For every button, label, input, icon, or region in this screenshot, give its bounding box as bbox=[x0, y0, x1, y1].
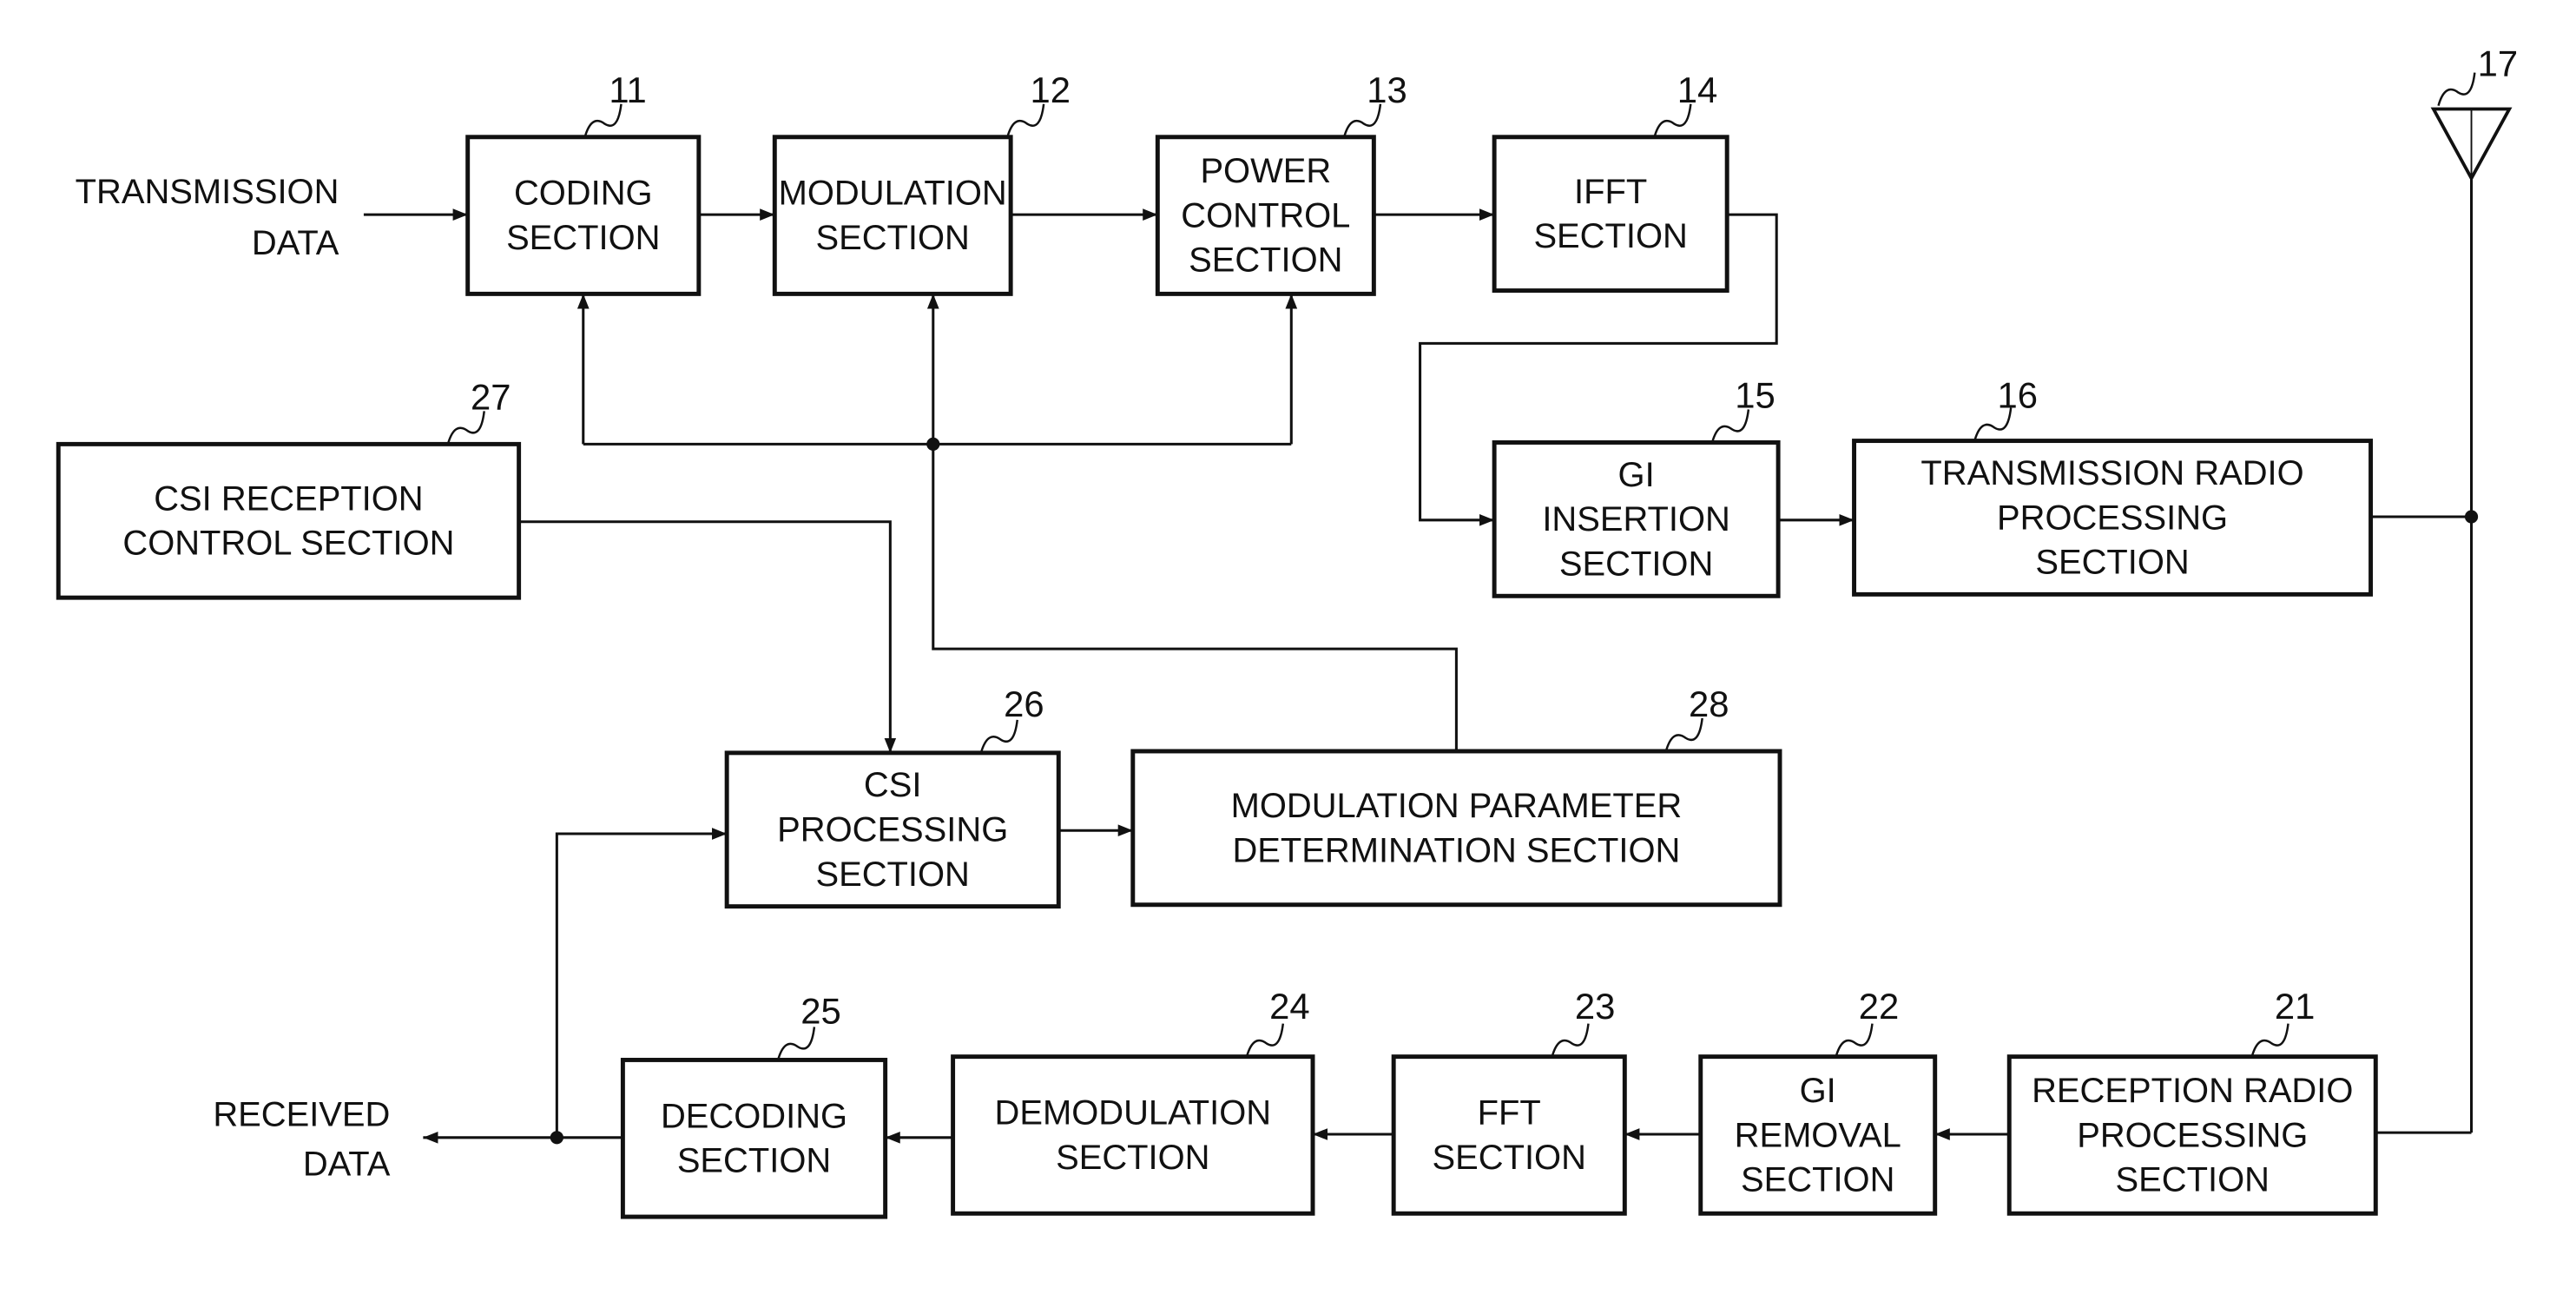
gi-insertion-label-line: SECTION bbox=[1559, 545, 1713, 584]
received-data-line-1: RECEIVED bbox=[213, 1095, 390, 1133]
modulation-label-line: MODULATION bbox=[779, 175, 1007, 213]
ifft-label-line: IFFT bbox=[1574, 173, 1647, 211]
ref-number-26: 26 bbox=[1004, 684, 1044, 724]
fft-block: FFT SECTION 23 bbox=[1391, 986, 1627, 1216]
demodulation-block: DEMODULATION SECTION 24 bbox=[951, 986, 1315, 1216]
demodulation-label-line: SECTION bbox=[1056, 1139, 1209, 1177]
transmission-radio-block: TRANSMISSION RADIO PROCESSING SECTION 16 bbox=[1852, 375, 2374, 597]
csi-processing-label-line: CSI bbox=[864, 766, 922, 804]
ifft-block: IFFT SECTION 14 bbox=[1492, 69, 1729, 294]
power-control-block: POWER CONTROL SECTION 13 bbox=[1155, 69, 1407, 296]
ref-number-24: 24 bbox=[1269, 986, 1310, 1027]
modulation-block: MODULATION SECTION 12 bbox=[772, 69, 1071, 296]
transmission-data-line-2: DATA bbox=[252, 224, 339, 262]
csi-reception-control-box bbox=[56, 441, 522, 600]
ref-number-14: 14 bbox=[1677, 69, 1718, 110]
leader-line bbox=[1245, 1023, 1285, 1057]
junction-dot bbox=[550, 1131, 563, 1145]
power-control-label-line: SECTION bbox=[1189, 241, 1342, 280]
modulation-parameter-label-line: DETERMINATION SECTION bbox=[1232, 831, 1680, 869]
decoding-label-line: SECTION bbox=[677, 1142, 831, 1180]
transmission-radio-label-line: PROCESSING bbox=[1997, 499, 2228, 537]
ref-number-15: 15 bbox=[1735, 375, 1776, 416]
modulation-parameter-box bbox=[1130, 749, 1782, 908]
junction-dot bbox=[926, 437, 940, 451]
demodulation-label-line: DEMODULATION bbox=[995, 1094, 1272, 1133]
leader-line bbox=[979, 719, 1018, 754]
transmission-radio-label-line: SECTION bbox=[2035, 544, 2189, 582]
received-data-line-2: DATA bbox=[303, 1146, 391, 1184]
fft-label-line: SECTION bbox=[1433, 1139, 1586, 1177]
ref-number-25: 25 bbox=[800, 991, 841, 1032]
reception-radio-label-line: PROCESSING bbox=[2077, 1116, 2308, 1154]
ref-number-28: 28 bbox=[1689, 684, 1729, 724]
coding-label-line: SECTION bbox=[506, 219, 660, 257]
gi-insertion-label-line: INSERTION bbox=[1542, 500, 1730, 538]
reception-radio-label-line: RECEPTION RADIO bbox=[2032, 1072, 2353, 1110]
modulation-label-line: SECTION bbox=[816, 219, 970, 257]
received-data-label: RECEIVED DATA bbox=[213, 1095, 390, 1183]
power-control-label-line: POWER bbox=[1200, 152, 1331, 190]
demodulation-box bbox=[951, 1054, 1315, 1216]
blocks: CODING SECTION 11 MODULATION SECTION 12 POWER C… bbox=[56, 69, 2378, 1219]
csi-processing-label-line: PROCESSING bbox=[777, 811, 1008, 849]
csi-reception-control-label-line: CSI RECEPTION bbox=[154, 479, 423, 518]
connections bbox=[363, 178, 2479, 1145]
gi-insertion-label-line: GI bbox=[1618, 456, 1655, 494]
junction-dot bbox=[2464, 510, 2479, 524]
gi-insertion-block: GI INSERTION SECTION 15 bbox=[1492, 375, 1781, 598]
transmission-data-label: TRANSMISSION DATA bbox=[76, 173, 339, 262]
fft-label-line: FFT bbox=[1478, 1094, 1541, 1133]
power-control-label-line: CONTROL bbox=[1181, 196, 1350, 234]
leader-line bbox=[776, 1027, 816, 1060]
csi-processing-label-line: SECTION bbox=[816, 855, 970, 894]
ref-number-11: 11 bbox=[609, 69, 646, 110]
coding-box bbox=[465, 135, 702, 296]
fft-box bbox=[1391, 1054, 1627, 1216]
csi-reception-control-label-line: CONTROL SECTION bbox=[122, 525, 454, 563]
gi-removal-label-line: SECTION bbox=[1741, 1161, 1894, 1199]
modulation-parameter-label-line: MODULATION PARAMETER bbox=[1231, 787, 1683, 825]
ref-number-16: 16 bbox=[1997, 375, 2038, 416]
antenna-icon: 17 bbox=[2430, 43, 2519, 182]
coding-block: CODING SECTION 11 bbox=[465, 69, 702, 296]
gi-removal-block: GI REMOVAL SECTION 22 bbox=[1698, 986, 1938, 1216]
decoding-block: DECODING SECTION 25 bbox=[620, 991, 888, 1219]
modulation-box bbox=[772, 135, 1013, 296]
leader-line bbox=[1835, 1023, 1874, 1057]
leader-line bbox=[1551, 1023, 1590, 1057]
ref-number-27: 27 bbox=[471, 376, 511, 417]
gi-removal-label-line: REMOVAL bbox=[1735, 1116, 1901, 1154]
ifft-box bbox=[1492, 135, 1729, 294]
ref-number-22: 22 bbox=[1859, 986, 1900, 1027]
gi-removal-label-line: GI bbox=[1800, 1072, 1836, 1110]
ref-number-12: 12 bbox=[1030, 69, 1071, 110]
ifft-label-line: SECTION bbox=[1533, 217, 1687, 255]
reception-radio-block: RECEPTION RADIO PROCESSING SECTION 21 bbox=[2006, 986, 2378, 1216]
arrow-csi-reception-to-csi-processing bbox=[518, 520, 897, 753]
coding-label-line: CODING bbox=[514, 175, 653, 213]
transmission-data-line-1: TRANSMISSION bbox=[76, 173, 339, 211]
reception-radio-label-line: SECTION bbox=[2116, 1161, 2270, 1199]
transmission-radio-label-line: TRANSMISSION RADIO bbox=[1920, 454, 2303, 492]
csi-processing-block: CSI PROCESSING SECTION 26 bbox=[724, 684, 1061, 909]
ref-number-13: 13 bbox=[1367, 69, 1407, 110]
decoding-label-line: DECODING bbox=[661, 1097, 847, 1135]
ref-number-21: 21 bbox=[2275, 986, 2316, 1027]
ref-number-23: 23 bbox=[1575, 986, 1616, 1027]
ref-number-17: 17 bbox=[2478, 43, 2519, 83]
block-diagram: 17 CODING SECTION 11 MODULATION SECTION 12 POW… bbox=[56, 43, 2519, 1219]
csi-reception-control-block: CSI RECEPTION CONTROL SECTION 27 bbox=[56, 376, 522, 600]
decoding-box bbox=[620, 1057, 888, 1219]
leader-line bbox=[2250, 1023, 2289, 1057]
